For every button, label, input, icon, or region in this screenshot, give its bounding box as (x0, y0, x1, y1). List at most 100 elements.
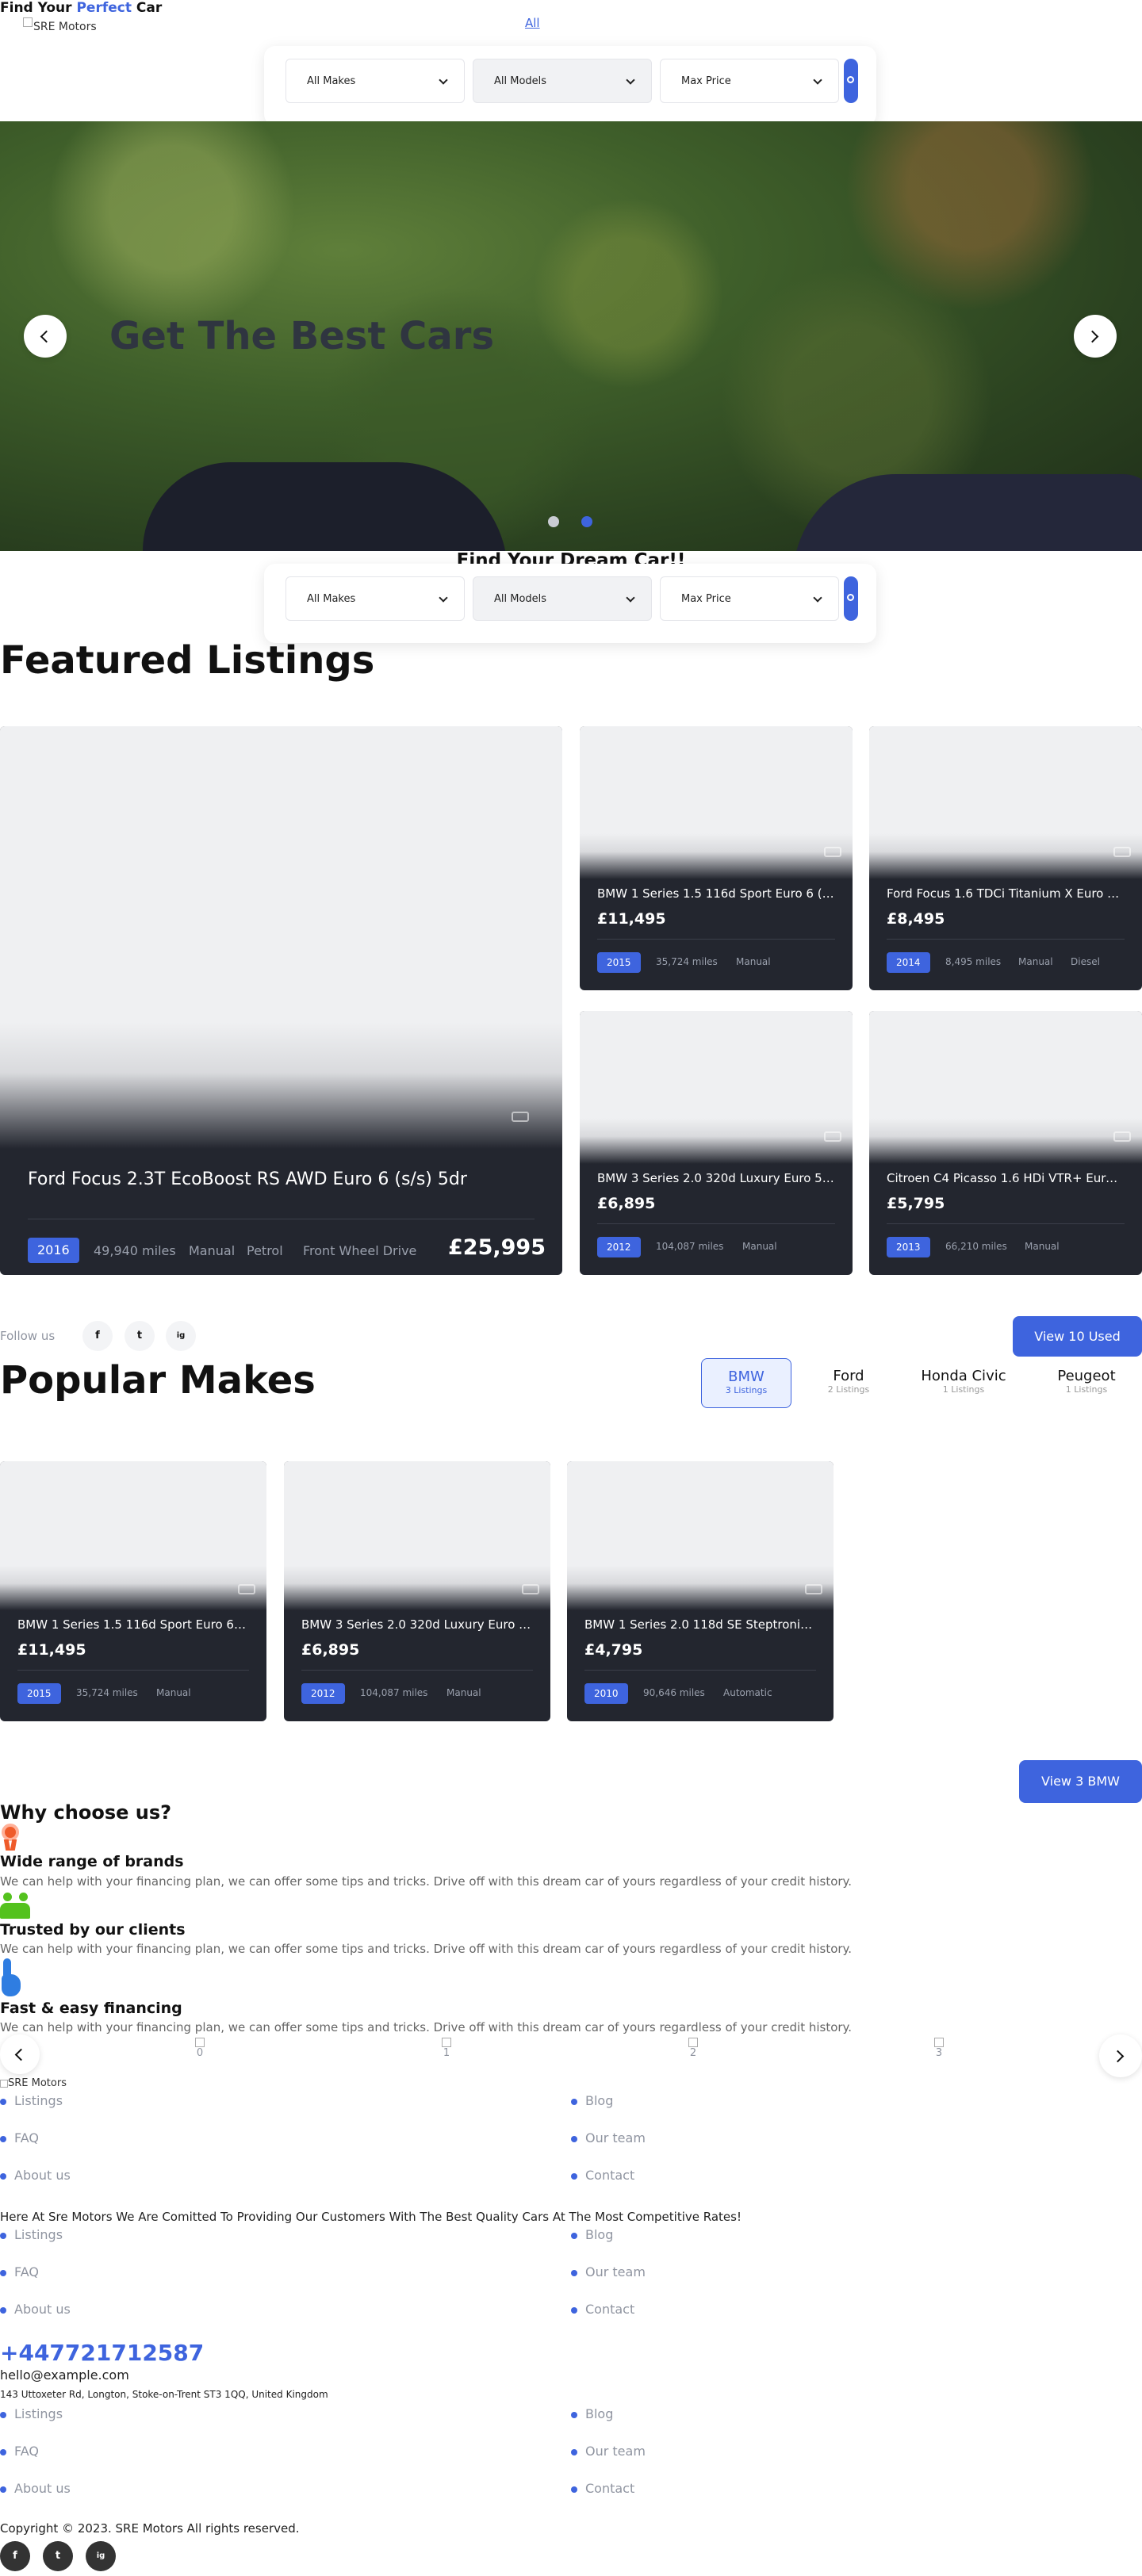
search-button[interactable] (844, 59, 858, 103)
footer-link-team[interactable]: Our team (571, 2130, 646, 2145)
view-make-button[interactable]: View 3 BMW (1019, 1760, 1142, 1803)
carousel-prev-button[interactable] (0, 2034, 40, 2074)
tab-bmw[interactable]: BMW 3 Listings (701, 1358, 791, 1408)
camera-icon (824, 847, 841, 857)
featured-card[interactable]: BMW 1 Series 1.5 116d Sport Euro 6 (s/s)… (580, 726, 853, 990)
search-bar-hero: All Makes All Models Max Price (264, 564, 876, 643)
hero-dot-1[interactable] (548, 516, 559, 527)
featured-title: Featured Listings (0, 638, 375, 683)
price-select[interactable]: Max Price (660, 576, 839, 621)
camera-icon (824, 1131, 841, 1142)
footer-link-listings[interactable]: Listings (0, 2406, 63, 2421)
why-item-desc: We can help with your financing plan, we… (0, 1942, 853, 1956)
footer-link-faq[interactable]: FAQ (0, 2130, 39, 2145)
footer-link-listings[interactable]: Listings (0, 2227, 63, 2242)
footer-copyright: Copyright © 2023. SRE Motors All rights … (0, 2521, 300, 2536)
footer-link-about[interactable]: About us (0, 2302, 71, 2317)
footer-link-faq[interactable]: FAQ (0, 2264, 39, 2279)
listing-image (580, 1011, 853, 1164)
footer-link-blog[interactable]: Blog (571, 2093, 613, 2108)
broken-image-icon (195, 2038, 205, 2047)
carousel-logo: 0 (188, 2038, 212, 2059)
models-select[interactable]: All Models (473, 59, 652, 103)
broken-image-icon (23, 17, 33, 27)
carousel-logo: 1 (435, 2038, 458, 2059)
footer-link-team[interactable]: Our team (571, 2264, 646, 2279)
chevron-right-icon (1086, 330, 1099, 343)
camera-icon (512, 1112, 529, 1122)
footer-link-listings[interactable]: Listings (0, 2093, 63, 2108)
footer-link-contact[interactable]: Contact (571, 2168, 634, 2183)
footer-email[interactable]: hello@example.com (0, 2367, 129, 2383)
footer-link-about[interactable]: About us (0, 2481, 71, 2496)
popular-title: Popular Makes (0, 1358, 316, 1403)
hero-headline: Get The Best Cars (109, 314, 495, 358)
header-logo[interactable]: SRE Motors (23, 17, 97, 33)
twitter-icon[interactable]: t (125, 1321, 155, 1351)
footer-link-blog[interactable]: Blog (571, 2227, 613, 2242)
listing-image (0, 726, 562, 1149)
listing-image (567, 1461, 834, 1610)
chevron-down-icon (813, 593, 822, 603)
listing-image (869, 1011, 1142, 1164)
listing-image (284, 1461, 550, 1610)
featured-card[interactable]: Citroen C4 Picasso 1.6 HDi VTR+ Euro 5 5… (869, 1011, 1142, 1275)
award-icon (0, 1824, 21, 1851)
makes-select[interactable]: All Makes (286, 59, 465, 103)
footer-link-contact[interactable]: Contact (571, 2481, 634, 2496)
footer-link-faq[interactable]: FAQ (0, 2444, 39, 2459)
instagram-icon[interactable]: ig (166, 1321, 196, 1351)
follow-label: Follow us (0, 1329, 56, 1343)
popular-card[interactable]: BMW 1 Series 1.5 116d Sport Euro 6 (s/s)… (0, 1461, 266, 1721)
popular-card[interactable]: BMW 1 Series 2.0 118d SE Steptronic Euro… (567, 1461, 834, 1721)
hero-dot-2[interactable] (581, 516, 592, 527)
tab-ford[interactable]: Ford 2 Listings (813, 1358, 884, 1408)
broken-image-icon (442, 2038, 451, 2047)
footer-link-contact[interactable]: Contact (571, 2302, 634, 2317)
chevron-right-icon (1111, 2050, 1125, 2063)
featured-card[interactable]: BMW 3 Series 2.0 320d Luxury Euro 5 (s/s… (580, 1011, 853, 1275)
footer-link-team[interactable]: Our team (571, 2444, 646, 2459)
search-icon (847, 594, 854, 601)
facebook-icon[interactable]: f (0, 2541, 30, 2571)
footer-link-about[interactable]: About us (0, 2168, 71, 2183)
chevron-left-icon (40, 330, 53, 343)
listing-image (580, 726, 853, 879)
chevron-down-icon (626, 75, 635, 85)
hero-prev-button[interactable] (24, 315, 67, 358)
search-icon (847, 76, 854, 83)
hero-next-button[interactable] (1074, 315, 1117, 358)
footer-logo[interactable]: SRE Motors (0, 2077, 67, 2089)
instagram-icon[interactable]: ig (86, 2541, 116, 2571)
view-all-used-button[interactable]: View 10 Used (1013, 1316, 1142, 1357)
models-select[interactable]: All Models (473, 576, 652, 621)
footer-address: 143 Uttoxeter Rd, Longton, Stoke-on-Tren… (0, 2389, 328, 2400)
why-item-desc: We can help with your financing plan, we… (0, 1874, 853, 1889)
carousel-logo: 3 (927, 2038, 951, 2059)
why-item-desc: We can help with your financing plan, we… (0, 2020, 853, 2034)
footer-phone[interactable]: +447721712587 (0, 2340, 204, 2366)
nav-all-link[interactable]: All (525, 16, 540, 30)
footer-link-blog[interactable]: Blog (571, 2406, 613, 2421)
handshake-icon (0, 1893, 32, 1920)
camera-icon (1113, 847, 1131, 857)
tap-icon (0, 1958, 22, 1998)
makes-select[interactable]: All Makes (286, 576, 465, 621)
header-tagline: Find Your Perfect Car (0, 0, 163, 16)
price-select[interactable]: Max Price (660, 59, 839, 103)
listing-image (869, 726, 1142, 879)
chevron-down-icon (813, 75, 822, 85)
tab-honda-civic[interactable]: Honda Civic 1 Listings (912, 1358, 1015, 1408)
featured-main-card[interactable]: Ford Focus 2.3T EcoBoost RS AWD Euro 6 (… (0, 726, 562, 1275)
featured-card[interactable]: Ford Focus 1.6 TDCi Titanium X Euro 5 5d… (869, 726, 1142, 990)
tab-peugeot[interactable]: Peugeot 1 Listings (1043, 1358, 1130, 1408)
why-title: Why choose us? (0, 1801, 172, 1824)
facebook-icon[interactable]: f (82, 1321, 113, 1351)
popular-card[interactable]: BMW 3 Series 2.0 320d Luxury Euro 5 (s/s… (284, 1461, 550, 1721)
camera-icon (238, 1584, 255, 1594)
search-button[interactable] (844, 576, 858, 621)
carousel-next-button[interactable] (1099, 2034, 1142, 2077)
twitter-icon[interactable]: t (43, 2541, 73, 2571)
search-bar-top: All Makes All Models Max Price (264, 46, 876, 125)
chevron-left-icon (14, 2048, 28, 2061)
